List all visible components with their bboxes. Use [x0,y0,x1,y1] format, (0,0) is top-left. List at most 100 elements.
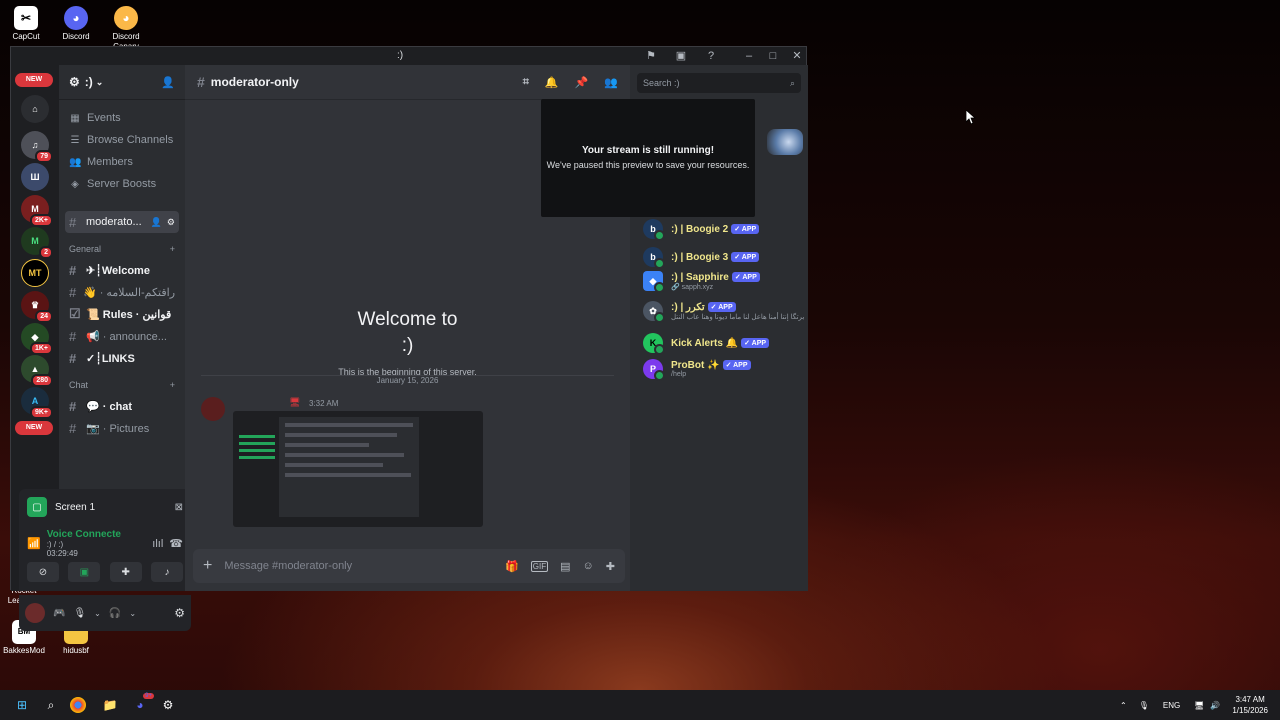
chevron-down-icon[interactable]: ⌄ [94,609,101,618]
signal-icon: 📶 [27,538,41,550]
chevron-up-icon[interactable]: ⌃ [1120,701,1127,710]
stop-screen-icon[interactable]: ⊠ [175,502,183,513]
member-row[interactable]: ◆ :) | Sapphire ✓ APP 🔗 sapph.xyz [643,271,760,293]
guild-header[interactable]: ⚙ :) ⌄ 👤 [59,65,185,100]
add-channel-icon[interactable]: + [170,244,175,254]
settings-gear-icon[interactable]: ⚙ [174,606,185,620]
member-row[interactable]: b :) | Boogie 3 ✓ APP [643,247,760,269]
screen-share-button[interactable]: ▣ [68,562,101,582]
category-chat[interactable]: Chat + [59,375,185,395]
maximize-button[interactable]: □ [765,49,781,63]
member-row[interactable]: P ProBot ✨ ✓ APP /help [643,359,751,381]
noise-suppression-icon[interactable]: ılıl [152,538,163,550]
emoji-icon[interactable]: ☺ [583,560,594,572]
avatar: ✿ [643,301,665,323]
hash-icon: # [69,284,77,300]
server-icon[interactable]: ▲ 280 [21,355,53,387]
member-row[interactable]: b :) | Boogie 2 ✓ APP [643,219,760,241]
avatar[interactable] [25,603,45,623]
desktop-icon-discord[interactable]: ◕ Discord [54,6,98,42]
chrome-icon[interactable] [70,697,86,713]
activities-button[interactable]: ✚ [109,562,142,582]
avatar[interactable] [201,397,225,421]
app-icon[interactable]: ⚙ [158,695,178,715]
pin-icon[interactable]: 📌 [575,76,589,89]
soundboard-button[interactable]: ♪ [150,562,183,582]
message-composer[interactable]: + Message #moderator-only 🎁 GIF ▤ ☺ ✚ [193,549,625,583]
nav-label: Members [87,156,133,168]
minimize-button[interactable]: – [741,49,757,63]
file-explorer-icon[interactable]: 📁 [100,695,120,715]
nav-browse-channels[interactable]: ☰ Browse Channels [59,129,185,151]
member-status: /help [671,371,687,378]
nav-events[interactable]: ▦ Events [59,107,185,129]
channel-chat[interactable]: # 💬 · chat [65,395,179,417]
language-indicator[interactable]: ENG [1163,701,1180,710]
server-icon[interactable]: ⌂ [21,95,49,123]
member-row[interactable]: K Kick Alerts 🔔 ✓ APP [643,333,770,355]
nav-label: Browse Channels [87,134,174,146]
server-icon[interactable]: A 9K+ [21,387,53,419]
server-icon[interactable]: ◆ 1K+ [21,323,53,355]
gift-icon[interactable]: 🎁 [505,560,519,573]
help-icon[interactable]: ? [703,49,719,63]
window-title: :) [397,50,404,61]
server-icon[interactable]: M2 [21,227,53,259]
channel-rules[interactable]: ☑ 📜 Rules · قوانين [65,303,179,325]
voice-server[interactable]: :) / :) [47,540,121,549]
gear-icon[interactable]: ⚙ [167,217,175,228]
add-attachment-icon[interactable]: + [203,557,212,575]
gif-icon[interactable]: GIF [530,560,549,572]
channel-pictures[interactable]: # 📷 · Pictures [65,417,179,439]
search-placeholder: Search :) [643,78,680,88]
invite-icon[interactable]: 👤 [161,76,175,89]
clock[interactable]: 3:47 AM 1/15/2026 [1232,694,1268,716]
server-icon[interactable]: ♛ 24 [21,291,53,323]
screenshot-attachment[interactable] [233,411,483,527]
search-input[interactable]: Search :) ⌕ [637,73,801,93]
add-channel-icon[interactable]: + [170,380,175,390]
discord-icon[interactable]: ◕ 9+ [130,693,154,715]
message-input[interactable]: Message #moderator-only [224,560,493,572]
message[interactable]: 🖥 3:32 AM [199,397,619,527]
stream-preview-thumbnail[interactable] [767,129,803,155]
close-button[interactable]: ✕ [789,49,805,63]
nav-server-boosts[interactable]: ◈ Server Boosts [59,173,185,195]
channel-label: 📢 · announce... [86,330,167,343]
channel-moderator-only[interactable]: # moderato... 👤 ⚙ [65,211,179,233]
threads-icon[interactable]: ⌗ [523,76,529,89]
member-list-icon[interactable]: 👥 [604,76,618,89]
member-name: :) | تكرر [671,301,705,313]
apps-icon[interactable]: ✚ [606,560,615,573]
search-icon[interactable]: ⌕ [41,695,61,715]
channel-announcements[interactable]: # 📢 · announce... [65,325,179,347]
disconnect-icon[interactable]: ☎ [169,537,183,550]
microphone-icon[interactable]: 🎙 [1139,701,1149,710]
channel-links[interactable]: # ✓┊LINKS [65,347,179,369]
channel-welcome[interactable]: # ✈┊Welcome [65,259,179,281]
desktop-icon-capcut[interactable]: ✂ CapCut [4,6,48,42]
bell-icon[interactable]: 🔔 [545,76,559,89]
sticker-icon[interactable]: ▤ [560,560,570,573]
guild-name: :) [84,75,93,89]
headphones-icon[interactable]: 🎧 [109,608,121,619]
camera-off-button[interactable]: ⊘ [27,562,59,582]
network-icon[interactable]: 🖥 [1194,701,1204,710]
channel-farewell[interactable]: # 👋 · راقتكم-السلامه [65,281,179,303]
server-icon[interactable]: Ш [21,163,49,191]
gear-icon: ⚙ [69,75,80,89]
chevron-down-icon[interactable]: ⌄ [129,609,136,618]
windows-start-icon[interactable]: ⊞ [12,695,32,715]
invite-icon[interactable]: 👤 [151,217,162,228]
microphone-icon[interactable]: 🎙 [73,608,86,619]
taskbar: ⊞ ⌕ 📁 ◕ 9+ ⚙ ⌃ 🎙 ENG 🖥 🔊 3:47 AM 1/15/202… [0,690,1280,720]
category-general[interactable]: General + [59,239,185,259]
server-icon[interactable]: MT [21,259,49,287]
volume-icon[interactable]: 🔊 [1210,701,1220,710]
inbox-icon[interactable]: ▣ [673,49,689,63]
inbox-flag-icon[interactable]: ⚑ [643,49,659,63]
server-icon[interactable]: M 2K+ [21,195,53,227]
nav-members[interactable]: 👥 Members [59,151,185,173]
server-icon[interactable]: ♫ 79 [21,131,53,163]
member-row[interactable]: ✿ :) | تكرر ✓ APP برتگا إنتا أمنا هاعل لن… [643,301,804,323]
